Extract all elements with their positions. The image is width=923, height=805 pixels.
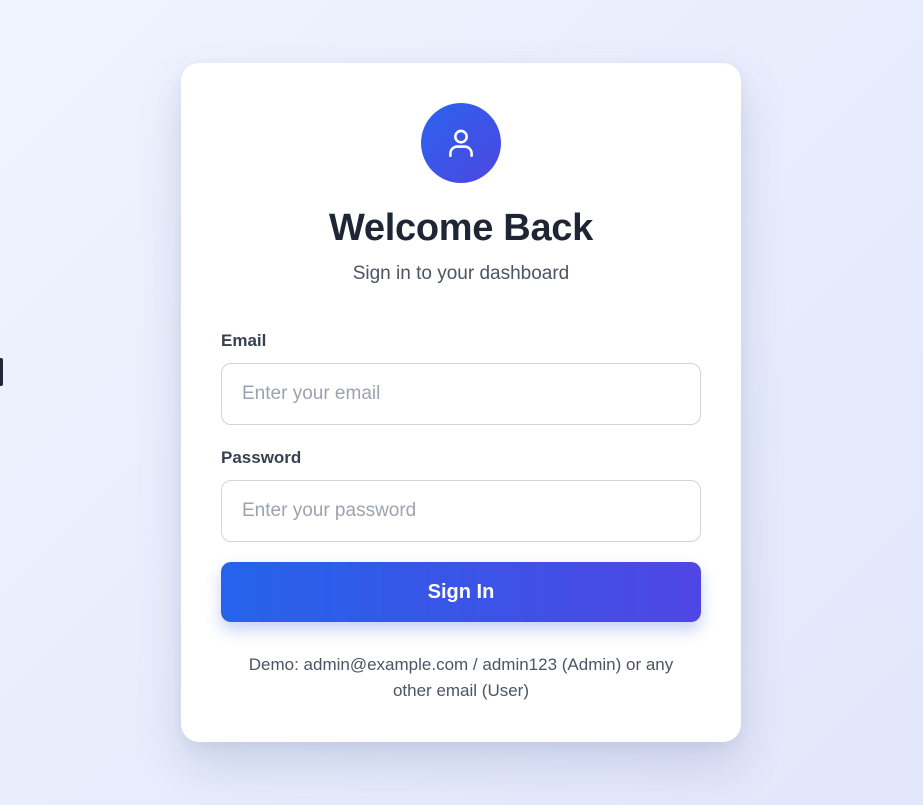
page-subtitle: Sign in to your dashboard: [352, 263, 570, 284]
avatar: [421, 103, 501, 183]
sign-in-button[interactable]: Sign In: [221, 562, 701, 622]
password-label: Password: [221, 448, 302, 467]
password-field[interactable]: [221, 480, 701, 542]
edge-handle[interactable]: [0, 358, 3, 386]
user-icon: [449, 129, 473, 158]
page-title: Welcome Back: [329, 207, 593, 249]
email-field[interactable]: [221, 363, 701, 425]
login-card: Welcome Back Sign in to your dashboard E…: [181, 63, 741, 742]
demo-credentials-note: Demo: admin@example.com / admin123 (Admi…: [248, 655, 674, 700]
email-label: Email: [221, 331, 267, 350]
